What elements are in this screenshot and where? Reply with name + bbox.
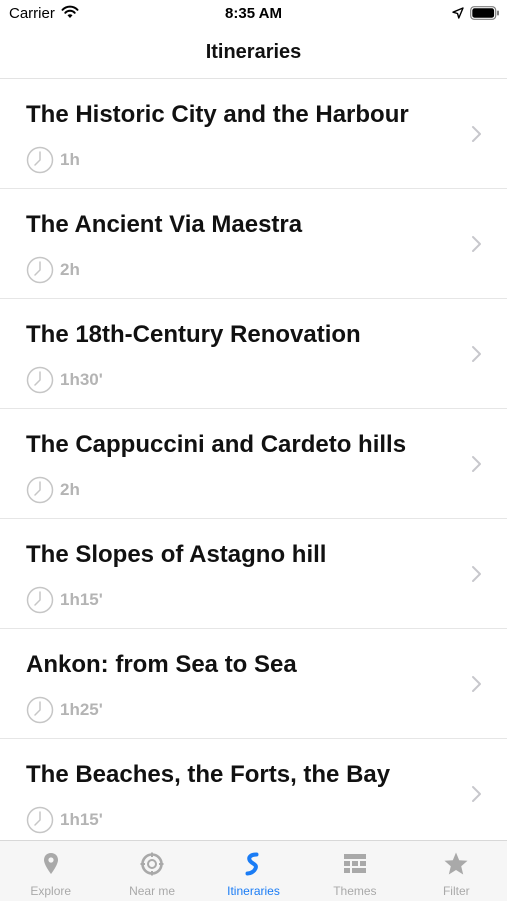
itinerary-duration: 2h	[60, 480, 80, 499]
list-item[interactable]: The Ancient Via Maestra 2h	[0, 189, 507, 299]
status-bar: Carrier 8:35 AM	[0, 0, 507, 28]
location-arrow-icon	[452, 7, 464, 19]
clock-icon	[26, 256, 54, 284]
tab-label: Itineraries	[227, 884, 280, 898]
tab-explore[interactable]: Explore	[0, 841, 101, 901]
chevron-right-icon	[472, 786, 481, 802]
battery-icon	[470, 6, 499, 20]
chevron-right-icon	[472, 346, 481, 362]
list-item[interactable]: The Cappuccini and Cardeto hills 2h	[0, 409, 507, 519]
itinerary-title: The Beaches, the Forts, the Bay	[26, 761, 391, 788]
star-icon	[444, 852, 468, 875]
list-item[interactable]: The Beaches, the Forts, the Bay 1h15'	[0, 739, 507, 840]
itinerary-title: The 18th-Century Renovation	[26, 321, 361, 348]
chevron-right-icon	[472, 236, 481, 252]
compass-icon	[140, 852, 164, 876]
itinerary-title: Ankon: from Sea to Sea	[26, 651, 297, 678]
clock-icon	[26, 476, 54, 504]
chevron-right-icon	[472, 456, 481, 472]
tab-label: Explore	[30, 884, 72, 898]
tab-filter[interactable]: Filter	[406, 841, 507, 901]
page-title: Itineraries	[205, 41, 302, 63]
itinerary-title: The Slopes of Astagno hill	[26, 541, 327, 568]
tab-label: Near me	[129, 884, 176, 898]
list-item[interactable]: Ankon: from Sea to Sea 1h25'	[0, 629, 507, 739]
clock-icon	[26, 366, 54, 394]
itinerary-duration: 2h	[60, 260, 80, 279]
tab-bar: Explore Near me Itineraries Themes Filte…	[0, 840, 507, 901]
chevron-right-icon	[472, 676, 481, 692]
tab-themes[interactable]: Themes	[304, 841, 405, 901]
clock-icon	[26, 806, 54, 834]
list-item[interactable]: The Historic City and the Harbour 1h	[0, 79, 507, 189]
tab-label: Themes	[333, 884, 377, 898]
list-item[interactable]: The Slopes of Astagno hill 1h15'	[0, 519, 507, 629]
itinerary-title: The Cappuccini and Cardeto hills	[26, 431, 407, 458]
itinerary-list[interactable]: The Historic City and the Harbour 1h The…	[0, 79, 507, 840]
map-pin-icon	[43, 853, 58, 874]
itinerary-duration: 1h15'	[60, 810, 103, 829]
tab-label: Filter	[442, 884, 470, 898]
clock-icon	[26, 586, 54, 614]
route-icon	[245, 852, 259, 876]
clock-icon	[26, 696, 54, 724]
itinerary-duration: 1h15'	[60, 590, 103, 609]
status-time: 8:35 AM	[225, 5, 282, 22]
itinerary-duration: 1h	[60, 150, 80, 169]
chevron-right-icon	[472, 566, 481, 582]
itinerary-title: The Historic City and the Harbour	[26, 101, 409, 128]
grid-icon	[343, 854, 366, 873]
itinerary-duration: 1h25'	[60, 700, 103, 719]
chevron-right-icon	[472, 126, 481, 142]
clock-icon	[26, 146, 54, 174]
itinerary-duration: 1h30'	[60, 370, 103, 389]
tab-itineraries[interactable]: Itineraries	[203, 841, 304, 901]
tab-near-me[interactable]: Near me	[101, 841, 202, 901]
list-item[interactable]: The 18th-Century Renovation 1h30'	[0, 299, 507, 409]
itinerary-title: The Ancient Via Maestra	[26, 211, 303, 238]
navigation-bar: Itineraries	[0, 28, 507, 79]
